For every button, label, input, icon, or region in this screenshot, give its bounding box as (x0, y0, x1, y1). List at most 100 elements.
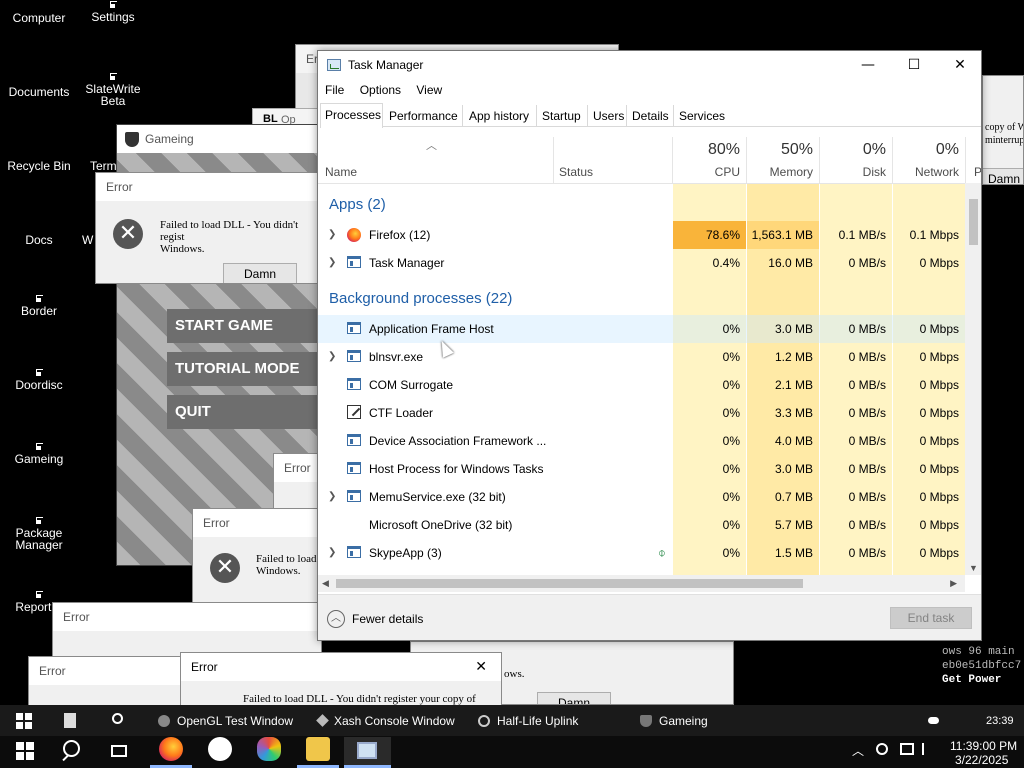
tray-meet-icon[interactable] (876, 743, 888, 755)
browser-icon[interactable] (257, 737, 281, 761)
chevron-up-icon[interactable]: ︿ (327, 610, 345, 628)
tab-services[interactable]: Services (675, 105, 727, 127)
chevron-right-icon[interactable]: ❯ (328, 343, 336, 371)
task-manager-titlebar[interactable]: Task Manager — ☐ ✕ (318, 51, 981, 79)
desktop-icon-documents[interactable]: Documents (0, 86, 78, 98)
chevron-right-icon[interactable]: ❯ (328, 483, 336, 511)
search-icon[interactable] (112, 713, 123, 724)
cloud-icon[interactable] (928, 717, 939, 724)
tab-users[interactable]: Users (589, 105, 627, 127)
taskbar-item-opengl[interactable]: OpenGL Test Window (158, 705, 293, 736)
damn-button-clip[interactable]: Damn (983, 168, 1023, 184)
tab-processes[interactable]: Processes (320, 103, 383, 128)
desktop-icon-settings[interactable]: Settings (74, 0, 152, 23)
fewer-details-link[interactable]: Fewer details (352, 612, 423, 626)
chevron-right-icon[interactable]: ❯ (328, 221, 336, 249)
maximize-icon[interactable]: ☐ (891, 51, 937, 79)
taskbar-item-gameing[interactable]: Gameing (640, 705, 708, 736)
damn-button[interactable]: Damn (223, 263, 297, 283)
chevron-right-icon[interactable]: ❯ (328, 249, 336, 277)
menu-view[interactable]: View (410, 80, 448, 100)
column-memory[interactable]: 50% Memory (747, 137, 819, 183)
process-row[interactable]: ❯ MemuService.exe (32 bit) 0% 0.7 MB 0 M… (318, 483, 965, 511)
column-power[interactable]: P (966, 137, 981, 183)
taskbar (0, 736, 1024, 768)
close-icon[interactable]: ✕ (475, 653, 487, 681)
error-dialog-1[interactable]: Error ✕ Failed to load DLL - You didn't … (95, 172, 325, 284)
scroll-down-icon[interactable]: ▼ (969, 563, 978, 573)
process-row-firefox[interactable]: ❯ Firefox (12) 78.6% 1,563.1 MB 0.1 MB/s… (318, 221, 965, 249)
taskbar-item-half-life[interactable]: Half-Life Uplink (478, 705, 578, 736)
menu-options[interactable]: Options (354, 80, 407, 100)
task-manager-icon (327, 59, 341, 71)
tab-performance[interactable]: Performance (385, 105, 463, 127)
end-task-button[interactable]: End task (890, 607, 972, 629)
search-icon[interactable] (63, 740, 80, 757)
tab-startup[interactable]: Startup (538, 105, 588, 127)
desktop-icon-docs[interactable]: Docs (0, 234, 78, 246)
error-dialog-active[interactable]: Error ✕ Failed to load DLL - You didn't … (180, 652, 502, 706)
windows-logo-icon[interactable] (16, 713, 32, 729)
process-row[interactable]: Microsoft OneDrive (32 bit) 0% 5.7 MB 0 … (318, 511, 965, 539)
tutorial-mode-button[interactable]: TUTORIAL MODE (167, 352, 319, 386)
vertical-scrollbar[interactable]: ▼ (965, 183, 981, 575)
process-row[interactable]: ❯ blnsvr.exe 0% 1.2 MB 0 MB/s 0 Mbps (318, 343, 965, 371)
firefox-taskbar-icon[interactable] (159, 737, 183, 761)
column-cpu[interactable]: 80% CPU (673, 137, 746, 183)
menu-file[interactable]: File (318, 80, 350, 100)
error-dialog-right[interactable]: copy of W minterrup Damn (982, 75, 1024, 185)
desktop-icon-package-manager[interactable]: Package Manager (0, 516, 78, 551)
start-button-windows-icon[interactable] (16, 742, 34, 760)
desktop-icon-slatewrite[interactable]: SlateWrite Beta (74, 72, 152, 107)
column-name[interactable]: Name (318, 137, 553, 183)
desktop-icon-doordisc[interactable]: Doordisc (0, 368, 78, 391)
task-view-icon[interactable] (111, 745, 127, 757)
task-manager-taskbar-button[interactable] (344, 737, 391, 768)
scroll-thumb[interactable] (336, 579, 803, 588)
taskbar-clock-time[interactable]: 11:39:00 PM (950, 739, 1017, 753)
process-row[interactable]: ❯ SkypeApp (3) ⌽ 0% 1.5 MB 0 MB/s 0 Mbps (318, 539, 965, 567)
process-row[interactable]: Device Association Framework ... 0% 4.0 … (318, 427, 965, 455)
scroll-thumb[interactable] (969, 199, 978, 245)
scroll-left-icon[interactable]: ◀ (322, 578, 329, 589)
shortcut-arrow-icon (34, 442, 44, 451)
close-icon[interactable]: ✕ (937, 51, 981, 79)
error-dialog-5[interactable]: Error (28, 656, 188, 706)
desktop-icon-border[interactable]: Border (0, 294, 78, 317)
process-row[interactable]: COM Surrogate 0% 2.1 MB 0 MB/s 0 Mbps (318, 371, 965, 399)
tray-volume-muted-icon[interactable] (922, 743, 934, 755)
process-row[interactable]: Host Process for Windows Tasks 0% 3.0 MB… (318, 455, 965, 483)
quit-button[interactable]: QUIT (167, 395, 319, 429)
desktop-icon-recycle-bin[interactable]: Recycle Bin (0, 160, 78, 172)
app-window-icon (347, 490, 361, 502)
task-manager-window[interactable]: Task Manager — ☐ ✕ File Options View Pro… (317, 50, 982, 641)
process-row[interactable]: Application Frame Host 0% 3.0 MB 0 MB/s … (318, 315, 965, 343)
column-status[interactable]: Status (554, 137, 672, 183)
console-window[interactable]: ows 96 main eb0e51dbfcc7 Get Power (942, 641, 1024, 705)
process-row[interactable]: CTF Loader 0% 3.3 MB 0 MB/s 0 Mbps (318, 399, 965, 427)
file-explorer-icon[interactable] (306, 737, 330, 761)
tab-app-history[interactable]: App history (465, 105, 537, 127)
game-window-title: Gameing (145, 132, 194, 146)
taskbar-item-xash[interactable]: Xash Console Window (316, 705, 455, 736)
clock-time[interactable]: 23:39 (986, 715, 1014, 727)
scroll-right-icon[interactable]: ▶ (950, 578, 957, 589)
process-row-task-manager[interactable]: ❯ Task Manager 0.4% 16.0 MB 0 MB/s 0 Mbp… (318, 249, 965, 277)
damn-button-bottom[interactable]: Damn (537, 692, 611, 704)
minimize-icon[interactable]: — (845, 51, 891, 79)
document-icon[interactable] (64, 713, 76, 728)
tray-network-icon[interactable] (900, 743, 914, 755)
column-network[interactable]: 0% Network (893, 137, 965, 183)
tray-chevron-up-icon[interactable]: ︿ (852, 742, 864, 759)
desktop-icon-gameing[interactable]: Gameing (0, 442, 78, 465)
lambda-icon (478, 714, 490, 727)
column-disk[interactable]: 0% Disk (820, 137, 892, 183)
chevron-right-icon[interactable]: ❯ (328, 539, 336, 567)
inner-taskbar: OpenGL Test Window Xash Console Window H… (0, 705, 1024, 736)
tab-details[interactable]: Details (628, 105, 674, 127)
taskbar-clock-date[interactable]: 3/22/2025 (955, 753, 1008, 767)
start-game-button[interactable]: START GAME (167, 309, 319, 343)
horizontal-scrollbar[interactable]: ◀ ▶ (318, 575, 965, 592)
desktop-icon-computer[interactable]: Computer (0, 12, 78, 24)
steam-icon[interactable] (208, 737, 232, 761)
